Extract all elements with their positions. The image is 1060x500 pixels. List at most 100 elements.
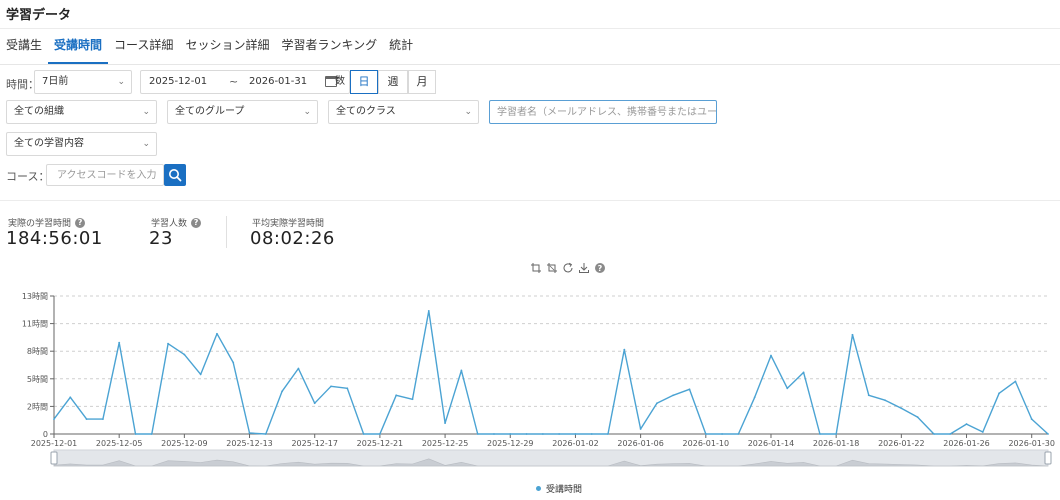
learning-content-value: 全ての学習内容 bbox=[14, 138, 84, 149]
learning-content-select[interactable]: 全ての学習内容 ⌄ bbox=[6, 132, 157, 156]
tab-students[interactable]: 受講生 bbox=[0, 36, 48, 64]
granularity-week-button[interactable]: 週 bbox=[378, 70, 408, 94]
chart-toolbox: ? bbox=[530, 262, 606, 274]
data-point bbox=[753, 396, 756, 399]
data-point bbox=[574, 433, 577, 435]
restore-icon[interactable] bbox=[562, 262, 574, 274]
date-start[interactable]: 2025-12-01 bbox=[149, 71, 207, 93]
x-tick-label: 2026-01-26 bbox=[943, 439, 990, 448]
chevron-down-icon: ⌄ bbox=[142, 107, 150, 117]
x-tick-label: 2026-01-22 bbox=[878, 439, 925, 448]
data-point bbox=[183, 353, 186, 356]
data-point bbox=[313, 402, 316, 405]
data-point bbox=[525, 433, 528, 435]
data-point bbox=[134, 433, 137, 435]
help-icon[interactable]: ? bbox=[75, 217, 86, 228]
data-point bbox=[623, 348, 626, 351]
data-point bbox=[53, 418, 55, 421]
chart-legend[interactable]: 受講時間 bbox=[536, 482, 582, 495]
header-divider bbox=[0, 28, 1060, 29]
data-point bbox=[1047, 433, 1049, 435]
x-tick-label: 2025-12-05 bbox=[96, 439, 143, 448]
class-select[interactable]: 全てのクラス ⌄ bbox=[328, 100, 479, 124]
tab-study-time[interactable]: 受講時間 bbox=[48, 36, 109, 64]
data-point bbox=[444, 422, 446, 424]
y-tick-label: 5時間 bbox=[27, 375, 48, 384]
group-value: 全てのグループ bbox=[175, 106, 245, 117]
data-point bbox=[916, 416, 919, 419]
chart-x-axis: 2025-12-01 2025-12-05 2025-12-09 2025-12-13… bbox=[31, 433, 1055, 448]
granularity-label-fragment: 数 bbox=[335, 76, 345, 87]
zoom-handle[interactable] bbox=[50, 451, 58, 465]
group-select[interactable]: 全てのグループ ⌄ bbox=[167, 100, 318, 124]
chart-zoom-slider[interactable] bbox=[50, 449, 1052, 467]
x-tick-label: 2025-12-29 bbox=[487, 439, 534, 448]
y-tick-label: 8時間 bbox=[27, 347, 48, 356]
tabs-divider bbox=[0, 64, 1060, 65]
data-point bbox=[395, 394, 398, 397]
granularity-month-button[interactable]: 月 bbox=[408, 70, 436, 94]
organization-select[interactable]: 全ての組織 ⌄ bbox=[6, 100, 157, 124]
tab-session-details[interactable]: セッション詳細 bbox=[179, 36, 275, 64]
date-range-picker[interactable]: 2025-12-01 ~ 2026-01-31 数 bbox=[140, 70, 350, 94]
access-code-input[interactable] bbox=[46, 164, 164, 186]
search-button[interactable] bbox=[164, 164, 186, 186]
data-point bbox=[167, 342, 169, 345]
data-point bbox=[835, 433, 838, 435]
data-point bbox=[770, 354, 772, 357]
data-point bbox=[558, 433, 561, 435]
data-point bbox=[949, 433, 952, 435]
zoom-reset-icon[interactable] bbox=[546, 262, 558, 274]
x-tick-label: 2025-12-25 bbox=[422, 439, 469, 448]
legend-label: 受講時間 bbox=[546, 485, 583, 495]
download-icon[interactable] bbox=[578, 262, 590, 274]
data-point bbox=[884, 399, 886, 402]
time-range-select[interactable]: 7日前 ⌄ bbox=[34, 70, 132, 94]
x-tick-label: 2026-01-02 bbox=[552, 439, 599, 448]
data-point bbox=[150, 433, 153, 435]
y-tick-label: 0 bbox=[43, 430, 48, 439]
data-point bbox=[607, 433, 609, 435]
data-point bbox=[1030, 418, 1033, 421]
x-tick-label: 2026-01-10 bbox=[683, 439, 730, 448]
tab-learner-ranking[interactable]: 学習者ランキング bbox=[275, 36, 383, 64]
zoom-handle[interactable] bbox=[1044, 451, 1052, 465]
learner-search-input[interactable] bbox=[489, 100, 717, 124]
data-point bbox=[867, 394, 870, 397]
organization-value: 全ての組織 bbox=[14, 106, 64, 117]
granularity-day-button[interactable]: 日 bbox=[350, 70, 378, 94]
y-tick-label: 13時間 bbox=[22, 292, 48, 301]
course-label: コース： bbox=[6, 170, 50, 183]
tab-statistics[interactable]: 統計 bbox=[383, 36, 419, 64]
tab-course-details[interactable]: コース詳細 bbox=[108, 36, 179, 64]
chevron-down-icon: ⌄ bbox=[117, 77, 125, 87]
data-point bbox=[851, 333, 854, 336]
help-icon[interactable]: ? bbox=[594, 262, 606, 274]
stats-separator bbox=[226, 216, 227, 248]
data-point bbox=[541, 433, 544, 435]
data-point bbox=[802, 371, 805, 374]
data-point bbox=[85, 418, 88, 421]
date-end[interactable]: 2026-01-31 bbox=[249, 71, 307, 93]
x-tick-label: 2026-01-06 bbox=[617, 439, 664, 448]
data-point bbox=[656, 402, 658, 405]
data-point bbox=[933, 433, 935, 435]
data-point bbox=[346, 387, 349, 390]
zoom-icon[interactable] bbox=[530, 262, 542, 274]
data-point bbox=[264, 433, 267, 435]
data-point bbox=[818, 433, 821, 435]
data-point bbox=[721, 433, 723, 435]
study-time-line-chart: 02時間5時間8時間11時間13時間 2025-12-01 2025-12-05 2… bbox=[22, 292, 1055, 467]
data-point bbox=[1014, 380, 1017, 383]
y-tick-label: 11時間 bbox=[22, 320, 48, 329]
help-icon[interactable]: ? bbox=[191, 217, 202, 228]
x-tick-label: 2025-12-01 bbox=[31, 439, 78, 448]
x-tick-label: 2025-12-09 bbox=[161, 439, 208, 448]
data-point bbox=[216, 332, 218, 335]
search-icon bbox=[169, 169, 182, 182]
data-point bbox=[281, 390, 284, 393]
data-point bbox=[101, 418, 104, 421]
data-point bbox=[362, 433, 365, 435]
x-tick-label: 2026-01-18 bbox=[813, 439, 860, 448]
data-point bbox=[998, 392, 1001, 395]
